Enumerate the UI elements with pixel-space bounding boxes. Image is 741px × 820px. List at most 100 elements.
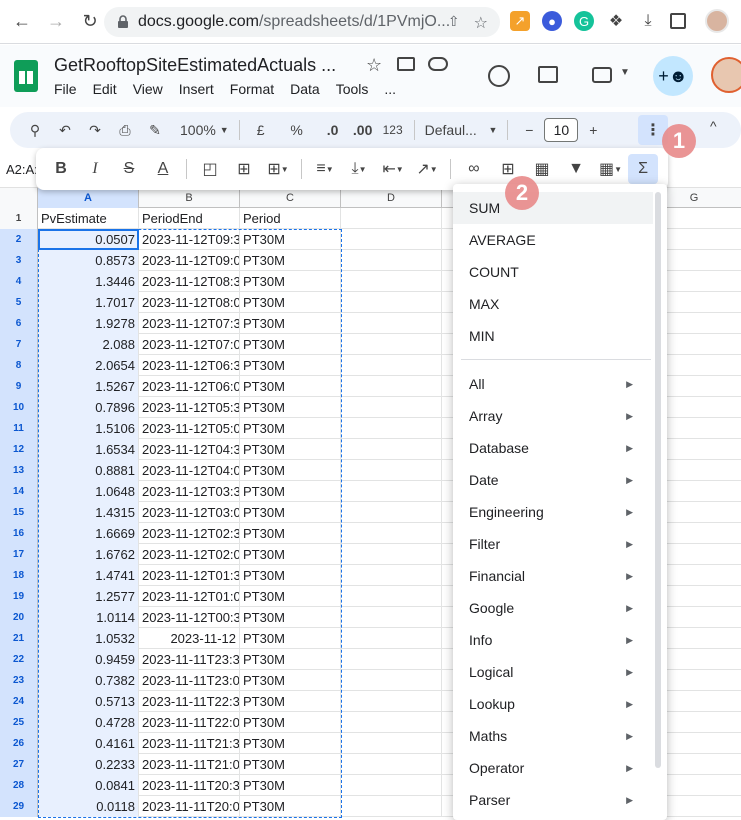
row-number[interactable]: 1: [0, 208, 38, 229]
search-menus-icon[interactable]: ⚲: [24, 116, 46, 144]
increase-decimals-button[interactable]: .00: [352, 116, 374, 144]
menu-category-array[interactable]: Array ▶: [453, 400, 653, 432]
cell-c[interactable]: PT30M: [240, 502, 341, 523]
row-number[interactable]: 29: [0, 796, 38, 817]
cell-d[interactable]: [341, 460, 442, 481]
cell-a[interactable]: 0.2233: [38, 754, 139, 775]
cell-a[interactable]: 1.7017: [38, 292, 139, 313]
filter-views-icon[interactable]: ▦ ▼: [599, 155, 622, 183]
format-currency-button[interactable]: £: [250, 116, 272, 144]
cell-c[interactable]: PT30M: [240, 733, 341, 754]
cell-c[interactable]: PT30M: [240, 292, 341, 313]
cell-a[interactable]: 1.0648: [38, 481, 139, 502]
cloud-status-icon[interactable]: [428, 57, 448, 71]
cell-a[interactable]: 0.9459: [38, 649, 139, 670]
cell-b[interactable]: 2023-11-11T20:0: [139, 796, 240, 817]
cell-c[interactable]: PT30M: [240, 796, 341, 817]
bookmark-star-icon[interactable]: ☆: [474, 13, 488, 33]
cell-b[interactable]: 2023-11-12T04:0: [139, 460, 240, 481]
cell-b[interactable]: 2023-11-11T23:0: [139, 670, 240, 691]
format-percent-button[interactable]: %: [286, 116, 308, 144]
menu-category-financial[interactable]: Financial ▶: [453, 560, 653, 592]
menu-item-sum[interactable]: SUM: [453, 192, 653, 224]
download-icon[interactable]: ⤓: [638, 11, 658, 31]
account-avatar[interactable]: [711, 57, 741, 93]
borders-icon[interactable]: ⊞: [233, 155, 255, 183]
row-number[interactable]: 7: [0, 334, 38, 355]
cell-d[interactable]: [341, 502, 442, 523]
cell-b[interactable]: 2023-11-12T08:0: [139, 292, 240, 313]
cell-d[interactable]: [341, 292, 442, 313]
functions-sigma-button[interactable]: Σ: [628, 154, 659, 184]
insert-link-icon[interactable]: ∞: [463, 155, 485, 183]
sheets-logo-icon[interactable]: [14, 60, 38, 92]
cell-a[interactable]: 1.0532: [38, 628, 139, 649]
cell-d[interactable]: [341, 481, 442, 502]
side-panel-icon[interactable]: [670, 13, 686, 29]
menu-category-info[interactable]: Info ▶: [453, 624, 653, 656]
menu-category-all[interactable]: All ▶: [453, 368, 653, 400]
cell-c[interactable]: PT30M: [240, 271, 341, 292]
cell-a[interactable]: 2.0654: [38, 355, 139, 376]
cell-b[interactable]: 2023-11-12T08:3: [139, 271, 240, 292]
cell-b[interactable]: 2023-11-12T01:0: [139, 586, 240, 607]
row-number[interactable]: 25: [0, 712, 38, 733]
redo-icon[interactable]: ↷: [84, 116, 106, 144]
cell-a[interactable]: 0.5713: [38, 691, 139, 712]
menu-format[interactable]: Format: [230, 81, 274, 97]
horizontal-align-icon[interactable]: ≡ ▼: [314, 155, 336, 183]
row-number[interactable]: 4: [0, 271, 38, 292]
cell-c[interactable]: PT30M: [240, 586, 341, 607]
cell-c[interactable]: Period: [240, 208, 341, 229]
browser-profile-avatar[interactable]: [705, 9, 729, 33]
forward-arrow-icon[interactable]: →: [44, 10, 68, 34]
cell-b[interactable]: 2023-11-12T09:3: [139, 229, 240, 250]
cell-c[interactable]: PT30M: [240, 397, 341, 418]
cell-c[interactable]: PT30M: [240, 628, 341, 649]
menu-category-logical[interactable]: Logical ▶: [453, 656, 653, 688]
cell-d[interactable]: [341, 544, 442, 565]
row-number[interactable]: 14: [0, 481, 38, 502]
cell-c[interactable]: PT30M: [240, 607, 341, 628]
active-cell-a2[interactable]: [38, 229, 139, 250]
cell-c[interactable]: PT30M: [240, 754, 341, 775]
row-number[interactable]: 8: [0, 355, 38, 376]
cell-c[interactable]: PT30M: [240, 775, 341, 796]
menu-item-count[interactable]: COUNT: [453, 256, 653, 288]
row-number[interactable]: 24: [0, 691, 38, 712]
row-number[interactable]: 27: [0, 754, 38, 775]
row-number[interactable]: 5: [0, 292, 38, 313]
cell-a[interactable]: 0.4728: [38, 712, 139, 733]
column-header-b[interactable]: B: [139, 188, 240, 208]
cell-a[interactable]: 1.5267: [38, 376, 139, 397]
star-icon[interactable]: ☆: [366, 55, 382, 76]
cell-a[interactable]: 1.6534: [38, 439, 139, 460]
cell-d[interactable]: [341, 397, 442, 418]
zoom-select[interactable]: 100% ▼: [180, 116, 229, 144]
menu-item-min[interactable]: MIN: [453, 320, 653, 352]
row-number[interactable]: 12: [0, 439, 38, 460]
row-number[interactable]: 9: [0, 376, 38, 397]
cell-d[interactable]: [341, 565, 442, 586]
cell-d[interactable]: [341, 712, 442, 733]
menu-category-engineering[interactable]: Engineering ▶: [453, 496, 653, 528]
cell-a[interactable]: 1.6669: [38, 523, 139, 544]
row-number[interactable]: 19: [0, 586, 38, 607]
cell-d[interactable]: [341, 208, 442, 229]
comments-icon[interactable]: [538, 66, 558, 83]
row-number[interactable]: 26: [0, 733, 38, 754]
strikethrough-button[interactable]: S: [118, 155, 140, 183]
cell-c[interactable]: PT30M: [240, 481, 341, 502]
cell-a[interactable]: 1.4741: [38, 565, 139, 586]
version-history-icon[interactable]: [488, 65, 510, 87]
column-header-a[interactable]: A: [38, 188, 139, 208]
name-box[interactable]: A2:A:: [6, 162, 38, 177]
row-number[interactable]: 10: [0, 397, 38, 418]
cell-b[interactable]: 2023-11-12T03:3: [139, 481, 240, 502]
cell-a[interactable]: 0.7382: [38, 670, 139, 691]
font-size-input[interactable]: 10: [544, 118, 579, 142]
row-number[interactable]: 18: [0, 565, 38, 586]
cell-a[interactable]: 1.9278: [38, 313, 139, 334]
cell-a[interactable]: 0.8881: [38, 460, 139, 481]
bold-button[interactable]: B: [50, 155, 72, 183]
